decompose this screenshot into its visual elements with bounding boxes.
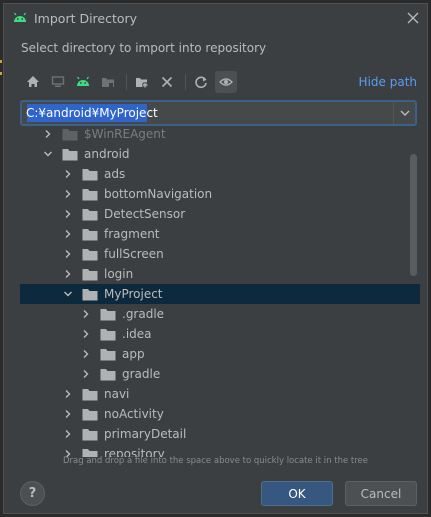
tree-row-label: DetectSensor (104, 207, 186, 221)
tree-row[interactable]: login (20, 264, 420, 284)
tree-row-label: fragment (104, 227, 160, 241)
cancel-button[interactable]: Cancel (345, 481, 417, 506)
chevron-right-icon[interactable] (80, 348, 92, 360)
tree-row-label: gradle (122, 367, 161, 381)
tree-row[interactable]: app (20, 344, 420, 364)
tree-row[interactable]: $WinREAgent (20, 126, 420, 144)
path-input[interactable] (22, 102, 393, 124)
tree-row-label: fullScreen (104, 247, 164, 261)
chevron-down-icon[interactable] (393, 102, 415, 124)
tree-row-label: app (122, 347, 145, 361)
toolbar-divider (185, 74, 186, 90)
folder-icon (82, 268, 98, 281)
tree-row-label: primaryDetail (104, 427, 187, 441)
chevron-right-icon[interactable] (80, 328, 92, 340)
tree-row[interactable]: noActivity (20, 404, 420, 424)
chevron-right-icon[interactable] (62, 188, 74, 200)
folder-icon (100, 368, 116, 381)
folder-icon (100, 348, 116, 361)
chevron-right-icon[interactable] (80, 308, 92, 320)
chevron-down-icon[interactable] (42, 148, 54, 160)
hide-path-link[interactable]: Hide path (359, 75, 417, 89)
desktop-icon[interactable] (47, 71, 69, 93)
chevron-right-icon[interactable] (62, 248, 74, 260)
chevron-right-icon[interactable] (62, 168, 74, 180)
delete-icon[interactable] (156, 71, 178, 93)
chevron-right-icon[interactable] (62, 408, 74, 420)
tree-row-label: android (84, 147, 130, 161)
dialog-subtitle: Select directory to import into reposito… (21, 41, 267, 55)
chevron-right-icon[interactable] (62, 208, 74, 220)
tree-row[interactable]: primaryDetail (20, 424, 420, 444)
chevron-right-icon[interactable] (62, 428, 74, 440)
dialog-title: Import Directory (34, 10, 138, 26)
home-icon[interactable] (22, 71, 44, 93)
chevron-right-icon[interactable] (42, 128, 54, 140)
chevron-right-icon[interactable] (80, 368, 92, 380)
drag-drop-hint: Drag and drop a file into the space abov… (62, 456, 368, 466)
tree-row[interactable]: MyProject (20, 284, 420, 304)
path-combobox[interactable] (20, 100, 417, 126)
tree-row[interactable]: DetectSensor (20, 204, 420, 224)
tree-row[interactable]: bottomNavigation (20, 184, 420, 204)
folder-icon (82, 288, 98, 301)
help-button[interactable]: ? (20, 481, 45, 506)
import-directory-dialog: Import Directory Select directory to imp… (3, 3, 428, 514)
chevron-right-icon[interactable] (62, 228, 74, 240)
toolbar-divider (126, 74, 127, 90)
android-icon[interactable] (72, 71, 94, 93)
folder-icon (100, 308, 116, 321)
tree-row[interactable]: ads (20, 164, 420, 184)
folder-icon (82, 208, 98, 221)
folder-icon (62, 128, 78, 141)
ok-button[interactable]: OK (261, 481, 333, 506)
folder-icon (82, 168, 98, 181)
tree-row[interactable]: navi (20, 384, 420, 404)
chevron-down-icon[interactable] (62, 288, 74, 300)
folder-icon (82, 388, 98, 401)
close-icon[interactable] (399, 4, 427, 32)
refresh-icon[interactable] (190, 71, 212, 93)
folder-icon (82, 248, 98, 261)
folder-icon (82, 408, 98, 421)
tree-row-label: ads (104, 167, 126, 181)
file-chooser-toolbar (22, 70, 240, 94)
tree-row-label: noActivity (104, 407, 164, 421)
tree-row[interactable]: .gradle (20, 304, 420, 324)
folder-icon (82, 428, 98, 441)
tree-row-label: navi (104, 387, 130, 401)
tree-row[interactable]: fragment (20, 224, 420, 244)
tree-row-label: $WinREAgent (84, 127, 166, 141)
folder-icon (100, 328, 116, 341)
tree-row[interactable]: gradle (20, 364, 420, 384)
tree-row[interactable]: android (20, 144, 420, 164)
tree-row[interactable]: fullScreen (20, 244, 420, 264)
tree-row-label: MyProject (104, 287, 163, 301)
project-folder-icon[interactable] (97, 71, 119, 93)
folder-icon (82, 188, 98, 201)
android-studio-icon (14, 12, 26, 22)
chevron-right-icon[interactable] (62, 268, 74, 280)
tree-row-label: login (104, 267, 134, 281)
tree-row[interactable]: .idea (20, 324, 420, 344)
chevron-right-icon[interactable] (62, 388, 74, 400)
new-folder-icon[interactable] (131, 71, 153, 93)
folder-icon (62, 148, 78, 161)
dialog-titlebar: Import Directory (4, 4, 427, 32)
directory-tree[interactable]: $WinREAgent android ads bottomNavigation Det… (20, 126, 420, 457)
show-hidden-icon[interactable] (215, 71, 237, 93)
tree-row-label: .gradle (122, 307, 165, 321)
tree-scrollbar[interactable] (410, 154, 417, 276)
tree-row-label: bottomNavigation (104, 187, 213, 201)
folder-icon (82, 228, 98, 241)
tree-row-label: .idea (122, 327, 152, 341)
